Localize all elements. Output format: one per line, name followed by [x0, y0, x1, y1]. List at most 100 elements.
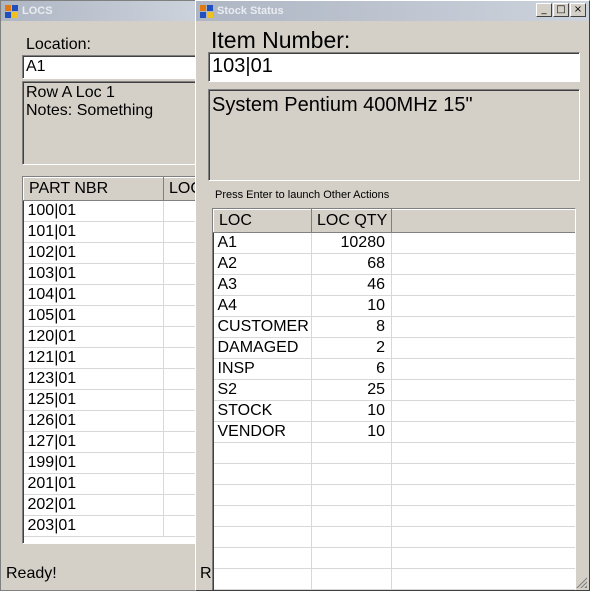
- loc-qty-cell: 8: [311, 316, 392, 338]
- part-number-cell: 127|01: [23, 431, 164, 453]
- table-row[interactable]: 104|011: [23, 284, 199, 306]
- loc-qty-cell: 25: [311, 379, 392, 401]
- table-row[interactable]: 102|01: [23, 242, 199, 264]
- table-row[interactable]: 120|01: [23, 326, 199, 348]
- table-row[interactable]: A2 68: [213, 253, 575, 275]
- table-row[interactable]: VENDOR 10: [213, 421, 575, 443]
- loc-cell: S2: [213, 379, 312, 401]
- table-row[interactable]: 201|01: [23, 473, 199, 495]
- column-header-loc-qty[interactable]: LOC QTY: [311, 209, 392, 233]
- hint-text: Press Enter to launch Other Actions: [215, 189, 390, 201]
- table-row[interactable]: 105|011: [23, 305, 199, 327]
- filler-cell: [391, 316, 575, 338]
- table-row[interactable]: DAMAGED 2: [213, 337, 575, 359]
- loc-qty-cell: 46: [311, 274, 392, 296]
- empty-row: [213, 505, 575, 527]
- loc-cell: INSP: [213, 358, 312, 380]
- empty-row: [213, 463, 575, 485]
- table-row[interactable]: A4 10: [213, 295, 575, 317]
- loc-qty-cell: 10: [311, 421, 392, 443]
- filler-cell: [391, 274, 575, 296]
- part-number-cell: 121|01: [23, 347, 164, 369]
- parts-grid[interactable]: PART NBR LOC 100|01101|011102|01103|0111…: [22, 176, 199, 544]
- loc-cell: A3: [213, 274, 312, 296]
- loc-cell: A4: [213, 295, 312, 317]
- table-row[interactable]: S2 25: [213, 379, 575, 401]
- table-row[interactable]: INSP 6: [213, 358, 575, 380]
- table-row[interactable]: 202|012: [23, 494, 199, 516]
- table-row[interactable]: CUSTOMER 8: [213, 316, 575, 338]
- loc-qty-cell: 10: [311, 400, 392, 422]
- stock-title: Stock Status: [217, 5, 284, 17]
- table-row[interactable]: 101|011: [23, 221, 199, 243]
- table-row[interactable]: 127|01: [23, 431, 199, 453]
- column-header-filler: [391, 209, 575, 233]
- part-number-cell: 120|01: [23, 326, 164, 348]
- loc-cell: STOCK: [213, 400, 312, 422]
- table-row[interactable]: 203|01: [23, 515, 199, 537]
- table-row[interactable]: STOCK 10: [213, 400, 575, 422]
- table-row[interactable]: 121|01: [23, 347, 199, 369]
- table-row[interactable]: A1 10280: [213, 232, 575, 254]
- notes-line-1: Row A Loc 1: [26, 84, 115, 101]
- loc-qty-cell: 10: [311, 295, 392, 317]
- empty-row: [213, 484, 575, 506]
- part-number-cell: 126|01: [23, 410, 164, 432]
- item-number-input[interactable]: 103|01: [208, 52, 580, 82]
- part-number-cell: 202|01: [23, 494, 164, 516]
- status-text: Ready!: [6, 565, 57, 582]
- table-row[interactable]: 123|01: [23, 368, 199, 390]
- column-header-part-nbr[interactable]: PART NBR: [23, 177, 164, 201]
- loc-cell: VENDOR: [213, 421, 312, 443]
- filler-cell: [391, 379, 575, 401]
- status-text-partial: R: [200, 565, 212, 582]
- loc-qty-cell: 10280: [311, 232, 392, 254]
- maximize-button[interactable]: □: [553, 3, 569, 17]
- table-row[interactable]: 100|01: [23, 200, 199, 222]
- locs-titlebar[interactable]: LOCS: [1, 1, 199, 21]
- location-label: Location:: [26, 36, 91, 53]
- loc-qty-cell: 6: [311, 358, 392, 380]
- loc-qty-cell: 68: [311, 253, 392, 275]
- loc-cell: CUSTOMER: [213, 316, 312, 338]
- part-number-cell: 125|01: [23, 389, 164, 411]
- column-header-loc[interactable]: LOC: [213, 209, 312, 233]
- window-controls: _ □ ×: [536, 3, 586, 17]
- stock-titlebar[interactable]: Stock Status _ □ ×: [196, 1, 589, 21]
- item-description[interactable]: System Pentium 400MHz 15": [208, 89, 580, 181]
- table-row[interactable]: 125|01: [23, 389, 199, 411]
- filler-cell: [391, 400, 575, 422]
- part-number-cell: 100|01: [23, 200, 164, 222]
- part-number-cell: 103|01: [23, 263, 164, 285]
- item-number-label: Item Number:: [211, 27, 351, 53]
- notes-line-2: Notes: Something: [26, 102, 154, 119]
- part-number-cell: 203|01: [23, 515, 164, 537]
- location-input[interactable]: A1: [22, 55, 199, 79]
- table-row[interactable]: 199|01: [23, 452, 199, 474]
- resize-grip-icon[interactable]: [575, 576, 587, 588]
- empty-row: [213, 547, 575, 569]
- stock-status-window: Stock Status _ □ × Item Number: 103|01 S…: [195, 0, 590, 591]
- table-row[interactable]: 103|011: [23, 263, 199, 285]
- app-icon: [200, 4, 213, 18]
- filler-cell: [391, 295, 575, 317]
- locs-title: LOCS: [22, 5, 53, 17]
- stock-grid[interactable]: LOC LOC QTY A1 10280 A2 68 A3 46 A4 10 CUSTOMER 8…: [212, 208, 576, 590]
- part-number-cell: 101|01: [23, 221, 164, 243]
- part-number-cell: 105|01: [23, 305, 164, 327]
- part-number-cell: 123|01: [23, 368, 164, 390]
- filler-cell: [391, 337, 575, 359]
- location-notes[interactable]: Row A Loc 1 Notes: Something: [22, 81, 199, 165]
- table-row[interactable]: A3 46: [213, 274, 575, 296]
- part-number-cell: 201|01: [23, 473, 164, 495]
- filler-cell: [391, 358, 575, 380]
- filler-cell: [391, 253, 575, 275]
- empty-row: [213, 568, 575, 590]
- loc-qty-cell: 2: [311, 337, 392, 359]
- minimize-button[interactable]: _: [536, 3, 552, 17]
- loc-cell: A1: [213, 232, 312, 254]
- filler-cell: [391, 421, 575, 443]
- close-button[interactable]: ×: [570, 3, 586, 17]
- table-row[interactable]: 126|01: [23, 410, 199, 432]
- loc-cell: A2: [213, 253, 312, 275]
